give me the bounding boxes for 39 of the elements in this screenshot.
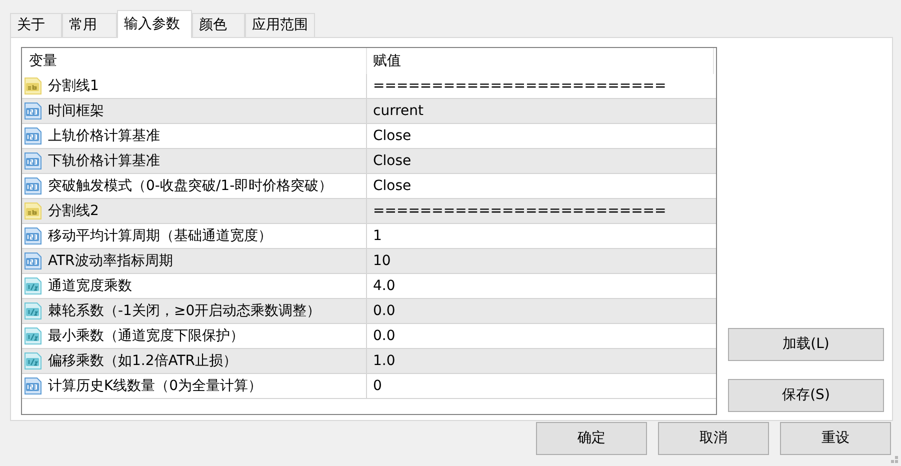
tab[interactable]: 输入参数 — [117, 10, 192, 38]
parameter-name: 分割线1 — [48, 76, 99, 96]
reset-button[interactable]: 重设 — [780, 422, 891, 455]
parameter-name: 分割线2 — [48, 202, 99, 220]
parameter-name: 上轨价格计算基准 — [48, 126, 160, 146]
save-button[interactable]: 保存(S) — [728, 379, 884, 412]
parameter-name: 偏移乘数（如1.2倍ATR止损） — [48, 352, 238, 370]
tab[interactable]: 常用 — [62, 13, 117, 37]
column-header[interactable]: 变量 — [29, 50, 57, 72]
parameter-name: 棘轮系数（-1关闭，≥0开启动态乘数调整） — [48, 302, 321, 320]
load-button[interactable]: 加载(L) — [728, 328, 884, 361]
parameter-name: 时间框架 — [48, 102, 104, 120]
parameter-value[interactable]: ========================= — [373, 76, 666, 96]
parameter-name: 下轨价格计算基准 — [48, 152, 160, 170]
resize-grip-icon[interactable] — [890, 455, 899, 464]
parameter-value[interactable]: Close — [373, 150, 412, 172]
parameter-value[interactable]: ========================= — [373, 200, 666, 222]
parameter-name: 最小乘数（通道宽度下限保护） — [48, 326, 244, 346]
column-header[interactable]: 赋值 — [373, 50, 401, 72]
parameter-value[interactable]: current — [373, 100, 424, 122]
parameter-value[interactable]: 1 — [373, 226, 382, 246]
parameter-name: ATR波动率指标周期 — [48, 252, 173, 270]
cancel-button[interactable]: 取消 — [658, 422, 769, 455]
tab[interactable]: 应用范围 — [245, 13, 315, 37]
parameter-name: 移动平均计算周期（基础通道宽度） — [48, 226, 272, 246]
parameter-value[interactable]: 4.0 — [373, 276, 396, 296]
parameter-value[interactable]: 0.0 — [373, 326, 396, 346]
tab[interactable]: 颜色 — [192, 13, 245, 37]
parameter-value[interactable]: Close — [373, 126, 412, 146]
parameter-name: 突破触发模式（0-收盘突破/1-即时价格突破） — [48, 176, 333, 196]
parameter-value[interactable]: 0.0 — [373, 300, 396, 322]
parameter-value[interactable]: 0 — [373, 376, 382, 396]
parameter-name: 计算历史K线数量（0为全量计算） — [48, 376, 262, 396]
ok-button[interactable]: 确定 — [536, 422, 647, 455]
parameter-name: 通道宽度乘数 — [48, 276, 132, 296]
parameter-value[interactable]: 10 — [373, 250, 391, 272]
parameter-value[interactable]: 1.0 — [373, 350, 396, 372]
tab[interactable]: 关于 — [10, 13, 62, 37]
parameter-value[interactable]: Close — [373, 176, 412, 196]
